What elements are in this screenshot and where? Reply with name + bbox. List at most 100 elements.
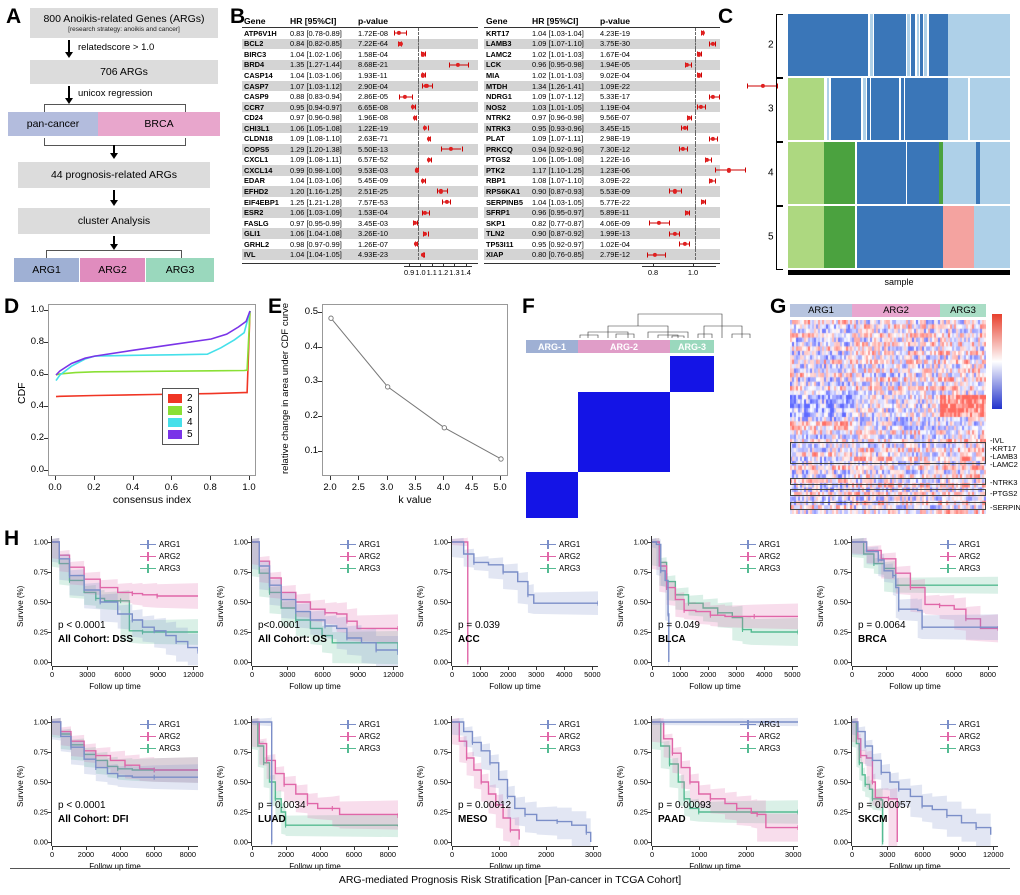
forest-ci-cap-low — [436, 188, 438, 194]
km-ytick-label: 0.75 — [433, 567, 448, 577]
forest-ci-cap-high — [432, 83, 434, 89]
km-xtick-label: 1000 — [671, 670, 689, 679]
km-legend-marker — [540, 563, 556, 573]
forest-ci-point — [656, 221, 662, 226]
forest-row: BCL2 0.84 [0.82-0.85] 7.22E-64 — [242, 38, 478, 50]
forest-cell-pvalue: 1.96E-08 — [358, 113, 388, 123]
forest-row: CASP14 1.04 [1.03-1.06] 1.93E-11 — [242, 70, 478, 81]
forest-col-hr: HR [95%CI] — [290, 16, 337, 26]
forest-cell-plot — [644, 165, 746, 176]
km-ytick — [848, 812, 852, 813]
forest-row: CASP9 0.88 [0.83-0.94] 2.86E-05 — [242, 91, 478, 102]
km-ytick-label: 1.00 — [233, 717, 248, 727]
flow-box-706-args: 706 ARGs — [30, 60, 218, 84]
km-ytick-label: 1.00 — [633, 717, 648, 727]
forest-cell-gene: SERPINB5 — [486, 197, 523, 207]
heatmap-highlight-box-3 — [790, 489, 986, 496]
forest-ci-cap-low — [647, 252, 648, 258]
km-ytick — [248, 602, 252, 603]
forest-ci-cap-high — [427, 125, 429, 131]
km-xtick-label: 0 — [849, 670, 855, 679]
km-legend-marker — [340, 563, 356, 573]
consensus-track-label: 2 — [768, 39, 774, 51]
delta-xtick — [471, 476, 473, 480]
heatmap-highlight-box-4 — [790, 502, 986, 510]
km-xtick — [680, 666, 682, 670]
forest-cell-gene: CCR7 — [244, 102, 265, 112]
forest-row: ESR2 1.06 [1.03-1.09] 1.53E-04 — [242, 207, 478, 218]
km-ytick — [248, 542, 252, 543]
forest-reference-line — [418, 91, 420, 102]
km-ytick-label: 0.75 — [633, 567, 648, 577]
km-x-axis — [852, 846, 998, 847]
forest-cell-plot — [399, 91, 478, 102]
km-ytick-label: 0.75 — [33, 567, 48, 577]
km-plot-brca: 0.00 0.25 0.50 0.75 1.00 0 2000 4000 6000 8000 Sur… — [806, 528, 1002, 700]
km-legend-row: ARG2 — [740, 550, 780, 562]
forest-cell-gene: NTRK3 — [486, 123, 511, 133]
delta-xlabel: k value — [398, 494, 432, 506]
forest-cell-pvalue: 1.22E-16 — [600, 155, 630, 165]
forest-cell-gene: CHI3L1 — [244, 123, 270, 133]
flow-box-arg3: ARG3 — [146, 258, 214, 282]
km-xtick — [699, 846, 701, 850]
forest-reference-line — [695, 154, 697, 166]
km-xtick-label: 2000 — [737, 850, 755, 859]
km-legend-marker — [740, 743, 756, 753]
forest-reference-line — [695, 196, 697, 208]
cdf-legend-row: 5 — [168, 429, 193, 440]
forest-cell-plot — [402, 49, 478, 60]
forest-axis-tick — [465, 263, 467, 266]
cdf-legend-label: 4 — [187, 417, 193, 428]
forest-ci-point — [704, 157, 710, 162]
forest-cell-plot — [644, 49, 720, 60]
forest-axis-line — [404, 266, 472, 267]
km-ylabel: Survive (%) — [416, 765, 425, 807]
km-xtick — [993, 846, 995, 850]
km-ytick — [448, 752, 452, 753]
forest-ci-cap-high — [711, 157, 712, 163]
forest-ci-cap-high — [691, 62, 692, 68]
forest-row: BIRC3 1.04 [1.02-1.06] 1.58E-04 — [242, 49, 478, 60]
forest-cell-gene: ATP6V1H — [244, 28, 277, 38]
consensus-block-arg3 — [670, 356, 714, 392]
forest-ci-point — [444, 199, 449, 205]
cdf-xtick — [249, 476, 250, 480]
km-legend-label: ARG3 — [959, 743, 981, 753]
km-xtick-label: 8000 — [379, 850, 397, 859]
delta-xtick-label: 2.5 — [351, 482, 365, 493]
forest-ci-cap-low — [681, 125, 682, 131]
forest-cell-pvalue: 1.26E-07 — [358, 239, 388, 249]
km-legend-row: ARG3 — [140, 742, 180, 754]
km-xlabel: Follow up time — [489, 682, 541, 691]
km-xtick-label: 12000 — [383, 670, 404, 679]
forest-cell-hr: 0.98 [0.97-0.99] — [290, 239, 342, 249]
km-legend-row: ARG2 — [340, 550, 380, 562]
forest-cell-hr: 1.02 [1.01-1.03] — [532, 49, 584, 59]
km-plot-dss: 0.00 0.25 0.50 0.75 1.00 0 3000 6000 9000 12000 Su… — [6, 528, 204, 700]
forest-header-right: Gene HR [95%CI] p-value — [484, 16, 720, 28]
delta-xtick-label: 2.0 — [323, 482, 337, 493]
forest-cell-hr: 1.08 [1.07-1.10] — [532, 176, 584, 186]
forest-cell-plot — [402, 80, 478, 92]
km-xtick-label: 0 — [649, 670, 655, 679]
cdf-ytick — [44, 470, 48, 471]
forest-axis-tick — [693, 263, 694, 266]
forest-cell-pvalue: 2.86E-05 — [358, 92, 388, 102]
km-legend-marker — [740, 563, 756, 573]
km-ytick-label: 0.25 — [433, 807, 448, 817]
forest-axis-tick — [454, 263, 456, 266]
forest-cell-pvalue: 5.45E-09 — [358, 176, 388, 186]
km-xtick-label: 3000 — [585, 850, 602, 859]
forest-cell-pvalue: 5.33E-17 — [600, 92, 630, 102]
forest-ci-cap-high — [425, 178, 427, 184]
km-ytick-label: 0.25 — [233, 807, 248, 817]
km-ytick-label: 0.50 — [833, 777, 848, 787]
km-legend-row: ARG1 — [940, 718, 980, 730]
km-xtick — [508, 666, 510, 670]
cdf-legend: 2345 — [162, 388, 199, 445]
delta-area-path — [330, 317, 502, 460]
km-xtick — [157, 666, 159, 670]
km-ytick-label: 0.75 — [633, 747, 648, 757]
forest-cell-gene: MIA — [486, 70, 500, 80]
